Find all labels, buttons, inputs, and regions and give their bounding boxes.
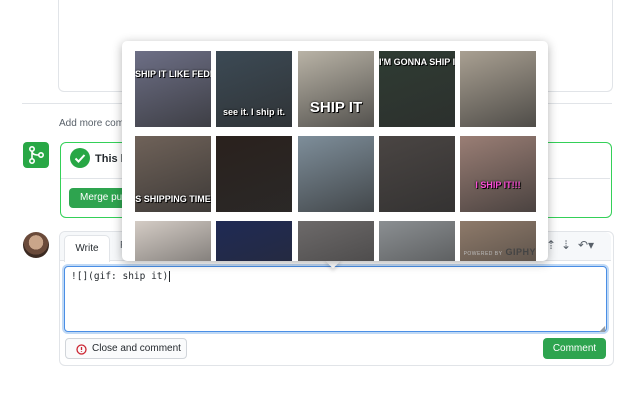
text-caret [169,271,171,282]
gif-thumbnail[interactable]: SHIP IT LIKE FEDEX [135,51,211,127]
giphy-powered-by: POWERED BY [463,251,503,257]
comment-button[interactable]: Comment [543,338,606,359]
avatar[interactable] [23,232,49,258]
sort-icon[interactable]: ⇣ [561,238,571,252]
gif-thumbnail[interactable]: I SHIP IT!!! [460,136,536,212]
gif-caption: I SHIP IT!!! [475,180,521,190]
close-and-comment-label: Close and comment [92,343,181,354]
comment-text: ![](gif: ship it) [71,271,169,282]
gif-caption: SHIP IT LIKE FEDEX [135,69,211,79]
gif-thumbnail[interactable]: S SHIPPING TIME [135,136,211,212]
gif-caption: S SHIPPING TIME [135,194,211,204]
gif-thumbnail[interactable] [135,221,211,261]
gif-thumbnail[interactable]: SHIP IT [298,51,374,127]
check-icon [70,148,90,168]
reply-icon[interactable]: ↶▾ [578,238,594,252]
giphy-logo: GIPHY [505,247,536,257]
gif-thumbnail[interactable] [298,136,374,212]
giphy-attribution: POWERED BY GIPHY [464,247,536,257]
close-and-comment-button[interactable]: Close and comment [65,338,187,359]
gif-thumbnail[interactable] [379,221,455,261]
merge-icon [23,142,49,168]
close-issue-icon [76,343,87,355]
gif-thumbnail[interactable] [298,221,374,261]
gif-caption: I'M GONNA SHIP IT [379,57,455,67]
gif-caption: see it. I ship it. [222,107,285,117]
gif-thumbnail[interactable] [216,136,292,212]
gif-thumbnail[interactable]: see it. I ship it. [216,51,292,127]
gif-thumbnail[interactable] [216,221,292,261]
resize-handle-icon[interactable]: ◢ [599,324,605,333]
gif-thumbnail[interactable] [379,136,455,212]
gif-thumbnail[interactable]: I'M GONNA SHIP IT [379,51,455,127]
tab-write[interactable]: Write [64,235,110,262]
comment-textarea[interactable]: ![](gif: ship it) [64,266,607,332]
gif-thumbnail[interactable] [460,51,536,127]
giphy-popover: SHIP IT LIKE FEDEX see it. I ship it. SHIP… [122,41,548,261]
gif-caption: SHIP IT [309,99,363,116]
